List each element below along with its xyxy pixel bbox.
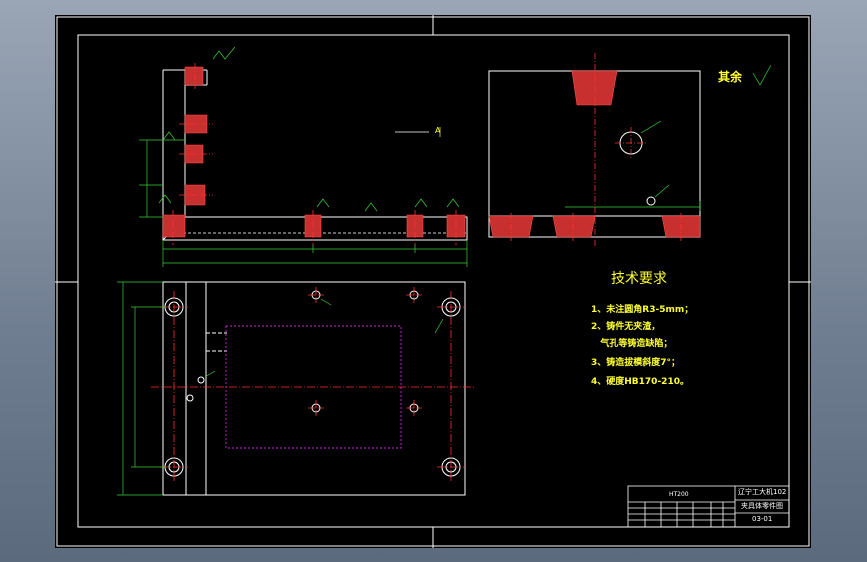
tech-requirements-title: 技术要求 bbox=[611, 271, 667, 287]
cad-drawing bbox=[55, 15, 811, 548]
tech-item-3: 3、铸造拔模斜度7°； bbox=[591, 358, 681, 368]
front-section-view bbox=[162, 69, 468, 242]
surface-finish-note: 其余 bbox=[718, 70, 743, 84]
plan-centerlines bbox=[151, 287, 475, 483]
section-hatching bbox=[162, 66, 466, 238]
tech-item-4: 4、硬度HB170-210。 bbox=[591, 377, 689, 387]
drawing-sheet: 其余 A 技术要求 1、未注圆角R3-5mm； 2、铸件无夹渣， 气孔等铸造缺陷… bbox=[55, 15, 811, 548]
tech-item-1: 1、未注圆角R3-5mm； bbox=[591, 305, 694, 315]
title-material: HT200 bbox=[669, 491, 689, 498]
title-drawing-no: 03-01 bbox=[752, 515, 773, 523]
title-part-name: 夹具体零件图 bbox=[741, 502, 783, 510]
tech-item-2b: 气孔等铸造缺陷； bbox=[591, 339, 673, 349]
plan-view bbox=[162, 281, 466, 496]
section-mark-label: A bbox=[435, 126, 441, 135]
tech-item-2: 2、铸件无夹渣， bbox=[591, 322, 661, 332]
title-school: 辽宁工大机102 bbox=[738, 488, 787, 496]
side-hatching bbox=[488, 70, 701, 238]
